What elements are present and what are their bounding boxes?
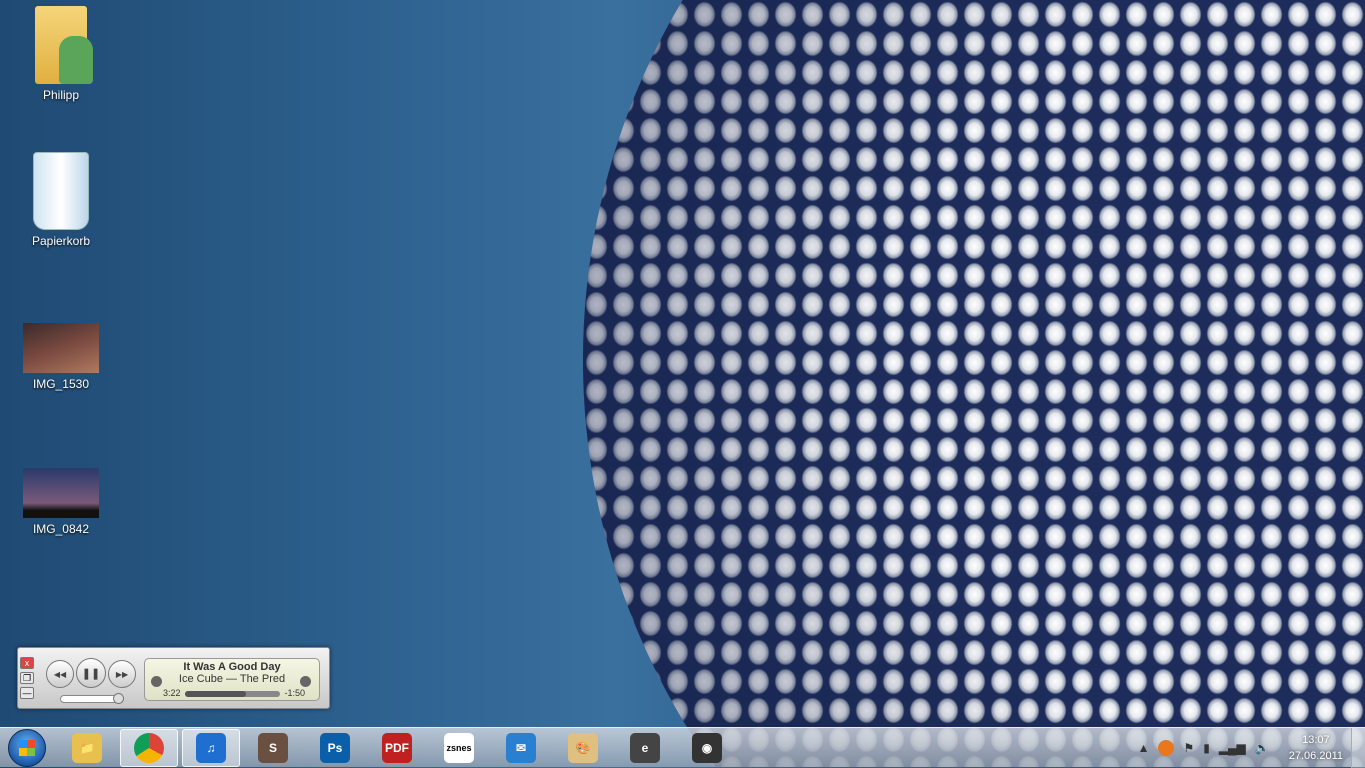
play-small-icon[interactable] <box>151 676 162 687</box>
taskbar: 📁 ♫ S Ps PDF zsnes ✉ 🎨 e ◉ ▲ ⚑ ▮ ▂▄▆ 🔈 13:07 27.0… <box>0 727 1365 768</box>
show-desktop-button[interactable] <box>1351 728 1365 768</box>
next-button[interactable]: ▶▶ <box>108 660 136 688</box>
chrome-icon <box>134 732 164 763</box>
app-s-icon: S <box>258 732 288 763</box>
start-button[interactable] <box>8 728 46 767</box>
itunes-icon: ♫ <box>196 732 226 763</box>
pdf-icon: PDF <box>382 732 412 763</box>
clock-time: 13:07 <box>1302 734 1330 746</box>
taskbar-app-thunderbird-like[interactable]: ✉ <box>492 729 550 767</box>
track-artist-album: Ice Cube — The Pred <box>178 673 286 685</box>
now-playing-display: It Was A Good Day Ice Cube — The Pred 3:… <box>144 658 320 701</box>
track-title: It Was A Good Day <box>183 661 281 673</box>
desktop-icon-label: Papierkorb <box>31 234 91 248</box>
taskbar-app-paint[interactable]: 🎨 <box>554 729 612 767</box>
volume-knob[interactable] <box>113 693 125 704</box>
desktop-icon-recycle-bin[interactable]: Papierkorb <box>16 152 106 248</box>
toggle-display-icon[interactable] <box>300 676 311 687</box>
system-tray: ▲ ⚑ ▮ ▂▄▆ 🔈 13:07 27.06.2011 <box>1138 728 1351 768</box>
previous-button[interactable]: ◀◀ <box>46 660 74 688</box>
taskbar-app-zsnes[interactable]: zsnes <box>430 729 488 767</box>
clock-date: 27.06.2011 <box>1288 750 1343 762</box>
taskbar-app-explorer[interactable]: 📁 <box>58 729 116 767</box>
desktop-icon-label: IMG_1530 <box>32 377 90 391</box>
minimize-button[interactable]: — <box>20 687 34 699</box>
show-hidden-icons-icon[interactable]: ▲ <box>1138 741 1150 755</box>
remaining-time: -1:50 <box>284 688 305 698</box>
desktop-icon-img-1530[interactable]: IMG_1530 <box>16 323 106 391</box>
action-center-flag-icon[interactable]: ⚑ <box>1183 741 1194 755</box>
taskbar-app-camera[interactable]: ◉ <box>678 729 736 767</box>
elapsed-time: 3:22 <box>163 688 181 698</box>
recycle-bin-icon <box>33 152 89 230</box>
restore-button[interactable]: ❐ <box>20 672 34 684</box>
desktop-icon-label: Philipp <box>42 88 80 102</box>
desktop-icon-user-folder[interactable]: Philipp <box>16 6 106 102</box>
taskbar-app-app-s[interactable]: S <box>244 729 302 767</box>
paint-icon: 🎨 <box>568 732 598 763</box>
taskbar-app-pdf[interactable]: PDF <box>368 729 426 767</box>
volume-slider[interactable] <box>60 693 125 704</box>
desktop-icon-label: IMG_0842 <box>32 522 90 536</box>
image-thumbnail-icon <box>23 468 99 518</box>
image-thumbnail-icon <box>23 323 99 373</box>
thunderbird-like-icon: ✉ <box>506 732 536 763</box>
desktop-icon-img-0842[interactable]: IMG_0842 <box>16 468 106 536</box>
close-button[interactable]: x <box>20 657 34 669</box>
photoshop-icon: Ps <box>320 732 350 763</box>
wallpaper-sphere <box>583 0 1365 767</box>
taskbar-app-itunes[interactable]: ♫ <box>182 728 240 767</box>
app-e-icon: e <box>630 732 660 763</box>
taskbar-app-photoshop[interactable]: Ps <box>306 729 364 767</box>
itunes-mini-player: x ❐ — ◀◀ ❚❚ ▶▶ It Was A Good Day Ice Cub… <box>17 647 330 709</box>
progress-bar[interactable] <box>185 691 280 697</box>
user-folder-icon <box>35 6 93 84</box>
taskbar-app-chrome[interactable] <box>120 728 178 767</box>
volume-icon[interactable]: 🔈 <box>1255 741 1270 755</box>
zsnes-icon: zsnes <box>444 732 474 763</box>
avast-icon[interactable] <box>1158 740 1175 756</box>
power-icon[interactable]: ▮ <box>1203 741 1210 755</box>
clock[interactable]: 13:07 27.06.2011 <box>1289 732 1343 764</box>
network-signal-icon[interactable]: ▂▄▆ <box>1219 741 1246 755</box>
camera-icon: ◉ <box>692 732 722 763</box>
pause-button[interactable]: ❚❚ <box>76 658 106 688</box>
explorer-icon: 📁 <box>72 732 102 763</box>
taskbar-app-app-e[interactable]: e <box>616 729 674 767</box>
